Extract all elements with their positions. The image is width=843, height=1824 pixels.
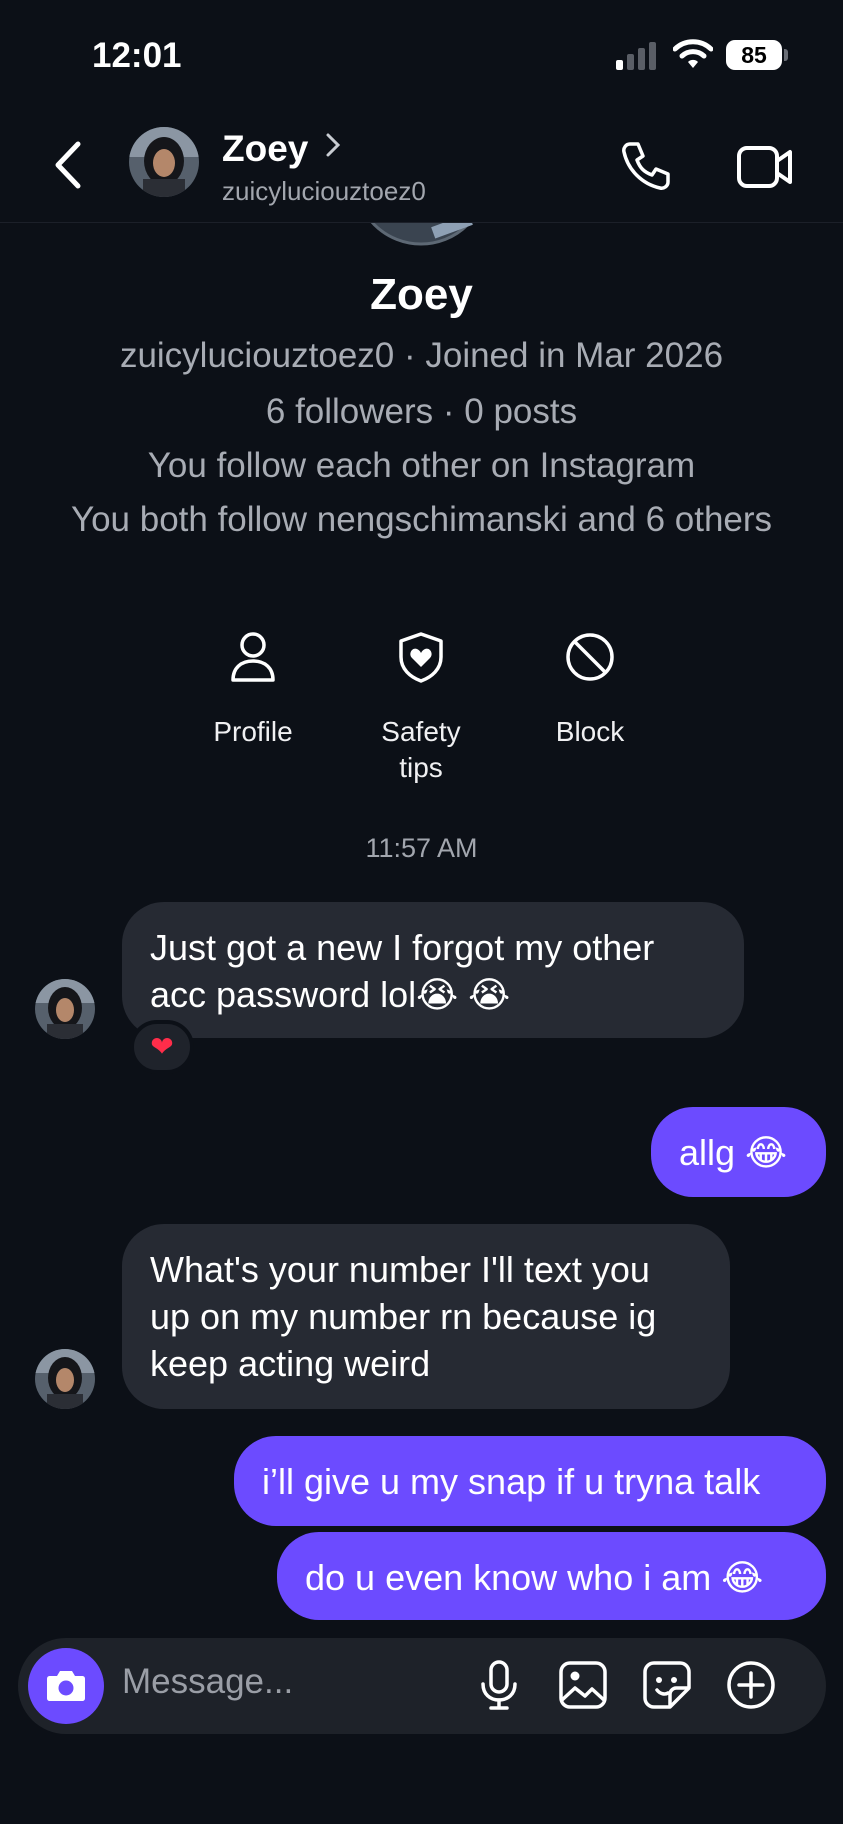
microphone-icon[interactable] — [472, 1658, 526, 1712]
wifi-icon — [673, 39, 713, 68]
message-bubble-incoming[interactable]: Just got a new I forgot my other acc pas… — [122, 902, 744, 1038]
profile-stats: 6 followers · 0 posts — [265, 392, 578, 431]
person-icon — [231, 632, 275, 682]
avatar[interactable] — [35, 979, 95, 1039]
block-button[interactable]: Block — [520, 630, 660, 750]
profile-button-label: Profile — [213, 716, 293, 747]
profile-name: Zoey — [370, 270, 473, 319]
plus-circle-icon[interactable] — [724, 1658, 778, 1712]
message-bubble-incoming[interactable]: What's your number I'll text you up on m… — [122, 1224, 730, 1409]
heart-reaction[interactable]: ❤ — [130, 1020, 194, 1074]
back-arrow-icon[interactable] — [48, 138, 92, 192]
message-composer — [18, 1638, 826, 1734]
avatar[interactable] — [129, 127, 199, 197]
profile-username-joined: zuicyluciouztoez0 · Joined in Mar 2026 — [119, 336, 724, 375]
profile-mutual-follow: You follow each other on Instagram — [147, 446, 696, 485]
battery-indicator: 85 — [726, 40, 782, 70]
header-name[interactable]: Zoey — [222, 128, 308, 170]
battery-cap — [784, 49, 788, 61]
cellular-signal-icon — [616, 42, 660, 70]
shield-heart-icon — [399, 632, 443, 683]
block-icon — [566, 633, 614, 681]
message-bubble-outgoing[interactable]: i’ll give u my snap if u tryna talk — [234, 1436, 826, 1526]
message-input[interactable] — [122, 1662, 482, 1702]
home-indicator-area — [0, 1760, 843, 1824]
video-camera-icon[interactable] — [736, 142, 794, 192]
camera-icon — [47, 1671, 85, 1701]
status-bar: 12:01 85 — [0, 0, 843, 110]
safety-tips-button[interactable]: Safety tips — [351, 630, 491, 786]
block-button-label: Block — [555, 716, 625, 747]
profile-button[interactable]: Profile — [183, 630, 323, 750]
avatar[interactable] — [35, 1349, 95, 1409]
chevron-right-icon[interactable] — [325, 132, 341, 158]
profile-mutual-followers: You both follow nengschimanski and 6 oth… — [70, 500, 773, 539]
safety-tips-label: Safety tips — [381, 716, 461, 783]
header-username[interactable]: zuicyluciouztoez0 — [222, 176, 426, 207]
message-bubble-outgoing[interactable]: do u even know who i am 😂 — [277, 1532, 826, 1620]
message-bubble-outgoing[interactable]: allg 😂 — [651, 1107, 826, 1197]
chat-header: Zoey zuicyluciouztoez0 — [0, 110, 843, 223]
message-timestamp: 11:57 AM — [365, 833, 478, 863]
image-icon[interactable] — [556, 1658, 610, 1712]
phone-icon[interactable] — [618, 138, 674, 194]
sticker-icon[interactable] — [640, 1658, 694, 1712]
status-time: 12:01 — [92, 36, 182, 75]
camera-button[interactable] — [28, 1648, 104, 1724]
